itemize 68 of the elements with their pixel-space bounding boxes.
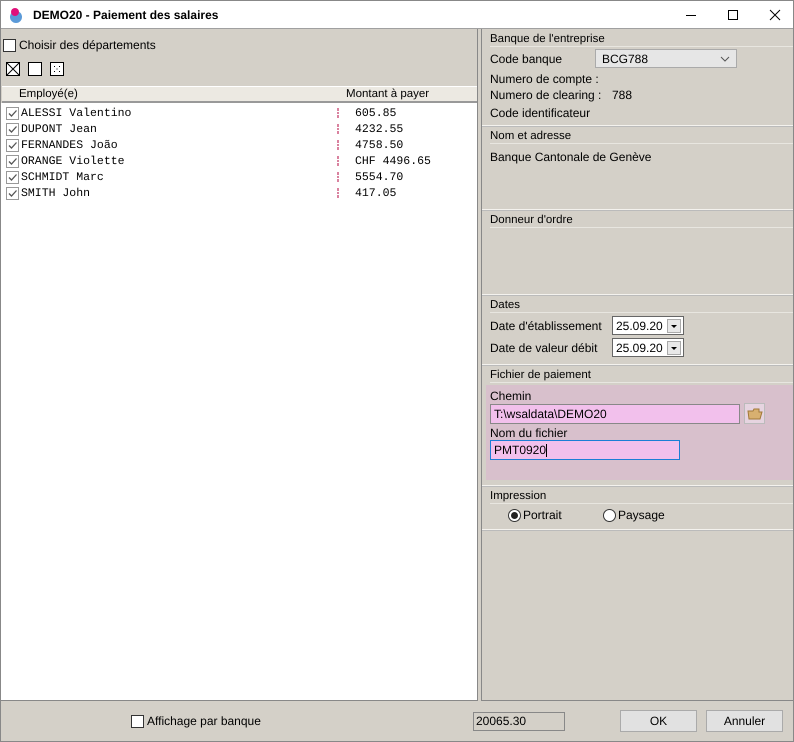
group-heading: Dates bbox=[490, 299, 793, 313]
separator-icon bbox=[337, 172, 339, 182]
group-heading: Fichier de paiement bbox=[490, 369, 793, 383]
separator-icon bbox=[337, 156, 339, 166]
group-heading: Impression bbox=[490, 490, 793, 504]
path-field[interactable]: T:\wsaldata\DEMO20 bbox=[490, 404, 740, 424]
checkbox[interactable] bbox=[3, 38, 16, 52]
row-checkbox[interactable] bbox=[6, 154, 19, 168]
field-label: Chemin bbox=[490, 389, 532, 403]
column-header[interactable]: Montant à payer bbox=[346, 88, 430, 100]
info-value: 788 bbox=[612, 88, 632, 102]
browse-button[interactable] bbox=[744, 403, 765, 424]
window-title: DEMO20 - Paiement des salaires bbox=[33, 8, 218, 22]
radio-button[interactable] bbox=[508, 508, 521, 522]
info-label: Numero de compte : bbox=[490, 72, 600, 86]
empty-box-icon[interactable] bbox=[28, 62, 42, 76]
amount: 5554.70 bbox=[355, 170, 404, 184]
field-label: Date de valeur débit bbox=[490, 340, 598, 354]
amount: 4758.50 bbox=[355, 138, 404, 152]
row-checkbox[interactable] bbox=[6, 138, 19, 152]
checkbox[interactable] bbox=[131, 714, 144, 728]
group-heading: Nom et adresse bbox=[490, 130, 793, 144]
employee-name: ALESSI Valentino bbox=[21, 106, 132, 120]
row-checkbox[interactable] bbox=[6, 170, 19, 184]
close-icon[interactable] bbox=[769, 8, 781, 20]
employee-name: ORANGE Violette bbox=[21, 154, 126, 168]
info-label: Numero de clearing : bbox=[490, 88, 602, 102]
group-heading: Banque de l'entreprise bbox=[490, 33, 793, 47]
bank-name: Banque Cantonale de Genève bbox=[490, 150, 652, 164]
row-checkbox[interactable] bbox=[6, 186, 19, 200]
group-heading: Donneur d'ordre bbox=[490, 214, 793, 228]
maximize-icon[interactable] bbox=[727, 8, 739, 20]
crossed-box-icon[interactable] bbox=[6, 62, 20, 76]
radio-button[interactable] bbox=[603, 508, 616, 522]
field-label: Nom du fichier bbox=[490, 426, 568, 440]
amount: 605.85 bbox=[355, 106, 396, 120]
date-field[interactable]: 25.09.20 bbox=[612, 316, 684, 335]
amount: 417.05 bbox=[355, 186, 396, 200]
amount: CHF 4496.65 bbox=[355, 154, 431, 168]
separator-icon bbox=[337, 124, 339, 134]
radio-label: Paysage bbox=[618, 508, 665, 522]
employee-name: SMITH John bbox=[21, 186, 92, 200]
folder-icon bbox=[746, 408, 762, 420]
radio-label: Portrait bbox=[523, 508, 562, 522]
separator-icon bbox=[337, 108, 339, 118]
separator-icon bbox=[337, 188, 339, 198]
app-icon bbox=[8, 6, 24, 22]
row-checkbox[interactable] bbox=[6, 106, 19, 120]
employee-name: SCHMIDT Marc bbox=[21, 170, 105, 184]
date-field[interactable]: 25.09.20 bbox=[612, 338, 684, 357]
chevron-down-icon bbox=[720, 56, 730, 62]
dotted-box-icon[interactable] bbox=[50, 62, 64, 76]
employee-name: FERNANDES João bbox=[21, 138, 119, 152]
amount: 4232.55 bbox=[355, 122, 404, 136]
separator-icon bbox=[337, 140, 339, 150]
info-label: Code identificateur bbox=[490, 106, 592, 120]
dialog-button[interactable]: OK bbox=[620, 710, 697, 732]
field-label: Date d'établissement bbox=[490, 318, 603, 332]
total-field: 20065.30 bbox=[473, 712, 565, 730]
employee-name: DUPONT Jean bbox=[21, 122, 98, 136]
checkbox-label: Choisir des départements bbox=[19, 38, 156, 52]
bank-code-dropdown[interactable]: BCG788 bbox=[595, 49, 737, 68]
field-label: Code banque bbox=[490, 52, 564, 66]
row-checkbox[interactable] bbox=[6, 122, 19, 136]
filename-field[interactable]: PMT0920 bbox=[490, 440, 680, 460]
dialog-button[interactable]: Annuler bbox=[706, 710, 783, 732]
checkbox-label: Affichage par banque bbox=[147, 714, 261, 728]
column-header[interactable]: Employé(e) bbox=[19, 88, 346, 100]
